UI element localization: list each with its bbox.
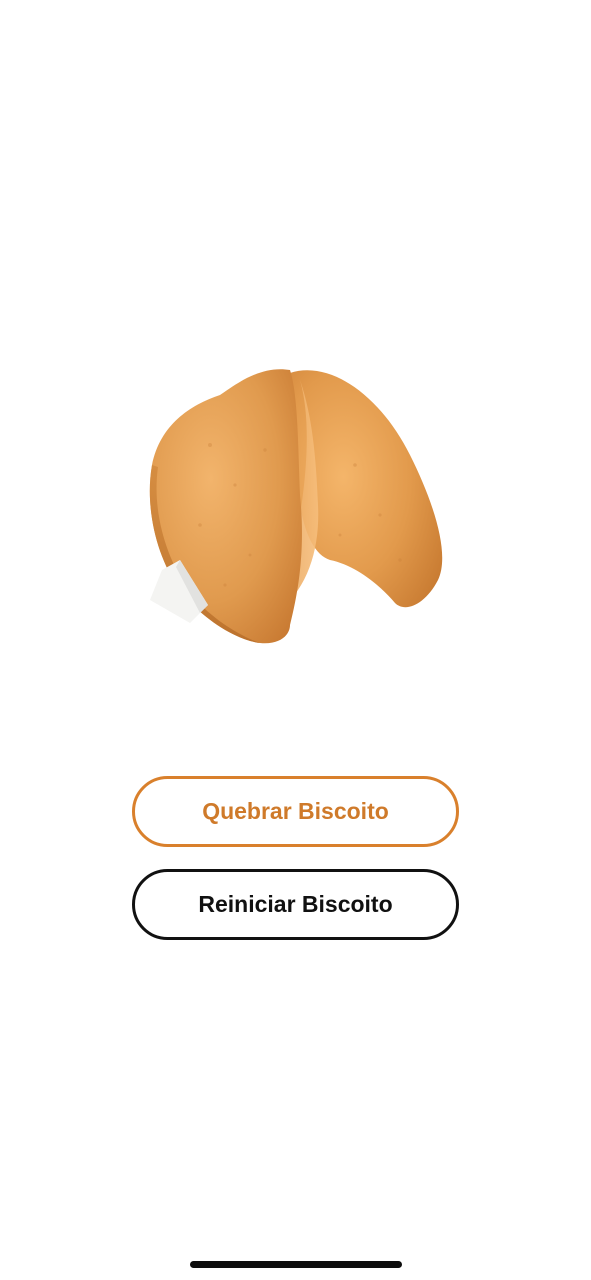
home-indicator[interactable] — [190, 1261, 402, 1268]
fortune-cookie-image — [140, 355, 450, 655]
break-cookie-button[interactable]: Quebrar Biscoito — [132, 776, 459, 847]
reset-cookie-button[interactable]: Reiniciar Biscoito — [132, 869, 459, 940]
